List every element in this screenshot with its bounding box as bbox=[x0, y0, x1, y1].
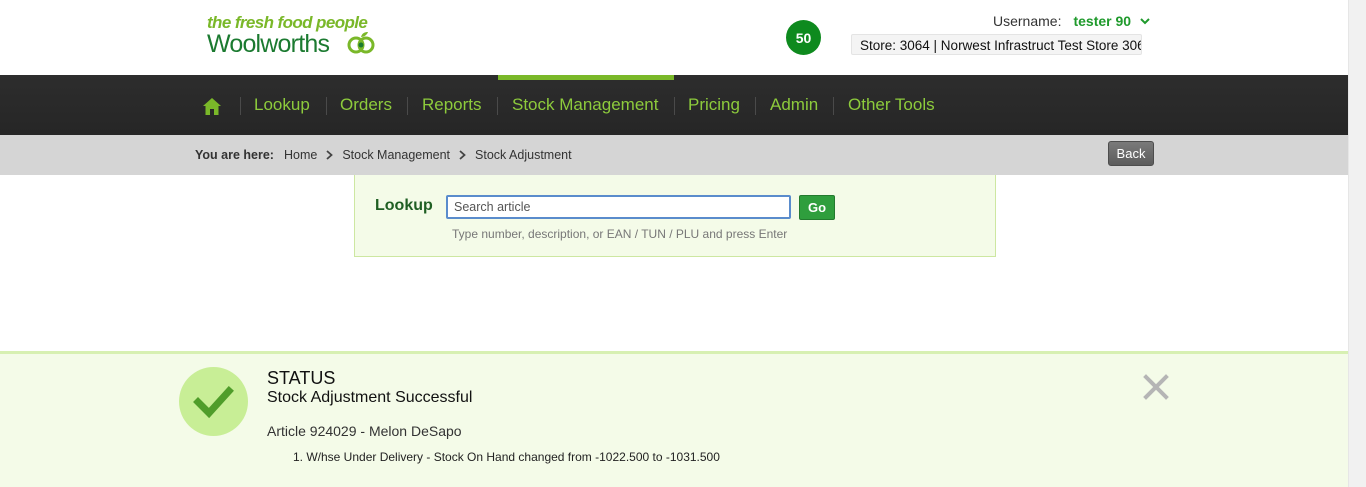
username-label: Username: bbox=[993, 13, 1062, 29]
breadcrumb: You are here: Home Stock Management Stoc… bbox=[195, 135, 572, 175]
lookup-hint: Type number, description, or EAN / TUN /… bbox=[452, 227, 788, 241]
woolworths-apple-icon bbox=[347, 32, 375, 54]
nav-divider bbox=[674, 97, 675, 115]
nav-item-pricing[interactable]: Pricing bbox=[688, 75, 740, 135]
store-selector[interactable]: Store: 3064 | Norwest Infrastruct Test S… bbox=[851, 34, 1142, 55]
nav-divider bbox=[240, 97, 241, 115]
woolworths-logo[interactable]: the fresh food people Woolworths bbox=[207, 13, 382, 61]
success-badge bbox=[179, 367, 248, 436]
nav-divider bbox=[497, 97, 498, 115]
nav-divider bbox=[755, 97, 756, 115]
lookup-panel: Lookup Go Type number, description, or E… bbox=[354, 175, 996, 257]
status-detail-item: 1. W/hse Under Delivery - Stock On Hand … bbox=[293, 450, 720, 464]
status-title: STATUS bbox=[267, 368, 336, 388]
main-nav: Lookup Orders Reports Stock Management P… bbox=[0, 75, 1349, 135]
nav-item-lookup[interactable]: Lookup bbox=[254, 75, 310, 135]
nav-item-stock-management[interactable]: Stock Management bbox=[512, 75, 658, 135]
breadcrumb-stock-adjustment: Stock Adjustment bbox=[475, 148, 572, 162]
chevron-down-icon[interactable] bbox=[1139, 15, 1151, 27]
close-icon[interactable] bbox=[1143, 374, 1169, 400]
nav-item-admin[interactable]: Admin bbox=[770, 75, 818, 135]
back-button[interactable]: Back bbox=[1108, 141, 1154, 166]
breadcrumb-stock-management[interactable]: Stock Management bbox=[342, 137, 450, 173]
nav-divider bbox=[833, 97, 834, 115]
username-value[interactable]: tester 90 bbox=[1073, 13, 1131, 29]
status-panel: STATUS Stock Adjustment Successful Artic… bbox=[0, 351, 1349, 487]
nav-divider bbox=[326, 97, 327, 115]
breadcrumb-home[interactable]: Home bbox=[284, 137, 317, 173]
logo-name: Woolworths bbox=[207, 30, 330, 58]
status-article: Article 924029 - Melon DeSapo bbox=[267, 423, 462, 439]
breadcrumb-prefix: You are here: bbox=[195, 148, 274, 162]
notification-badge[interactable]: 50 bbox=[786, 20, 821, 55]
chevron-right-icon bbox=[326, 150, 334, 160]
home-icon[interactable] bbox=[202, 96, 222, 116]
search-article-input[interactable] bbox=[446, 195, 791, 219]
checkmark-icon bbox=[193, 386, 234, 419]
page-scrollbar[interactable] bbox=[1348, 0, 1366, 487]
nav-item-other-tools[interactable]: Other Tools bbox=[848, 75, 935, 135]
chevron-right-icon bbox=[459, 150, 466, 160]
breadcrumb-bar: You are here: Home Stock Management Stoc… bbox=[0, 135, 1349, 175]
lookup-label: Lookup bbox=[375, 197, 433, 214]
nav-item-reports[interactable]: Reports bbox=[422, 75, 482, 135]
header: the fresh food people Woolworths 50 User… bbox=[0, 0, 1349, 75]
go-button[interactable]: Go bbox=[799, 195, 835, 220]
nav-divider bbox=[407, 97, 408, 115]
nav-item-orders[interactable]: Orders bbox=[340, 75, 392, 135]
user-menu[interactable]: Username: tester 90 bbox=[993, 13, 1151, 29]
status-message: Stock Adjustment Successful bbox=[267, 389, 473, 406]
